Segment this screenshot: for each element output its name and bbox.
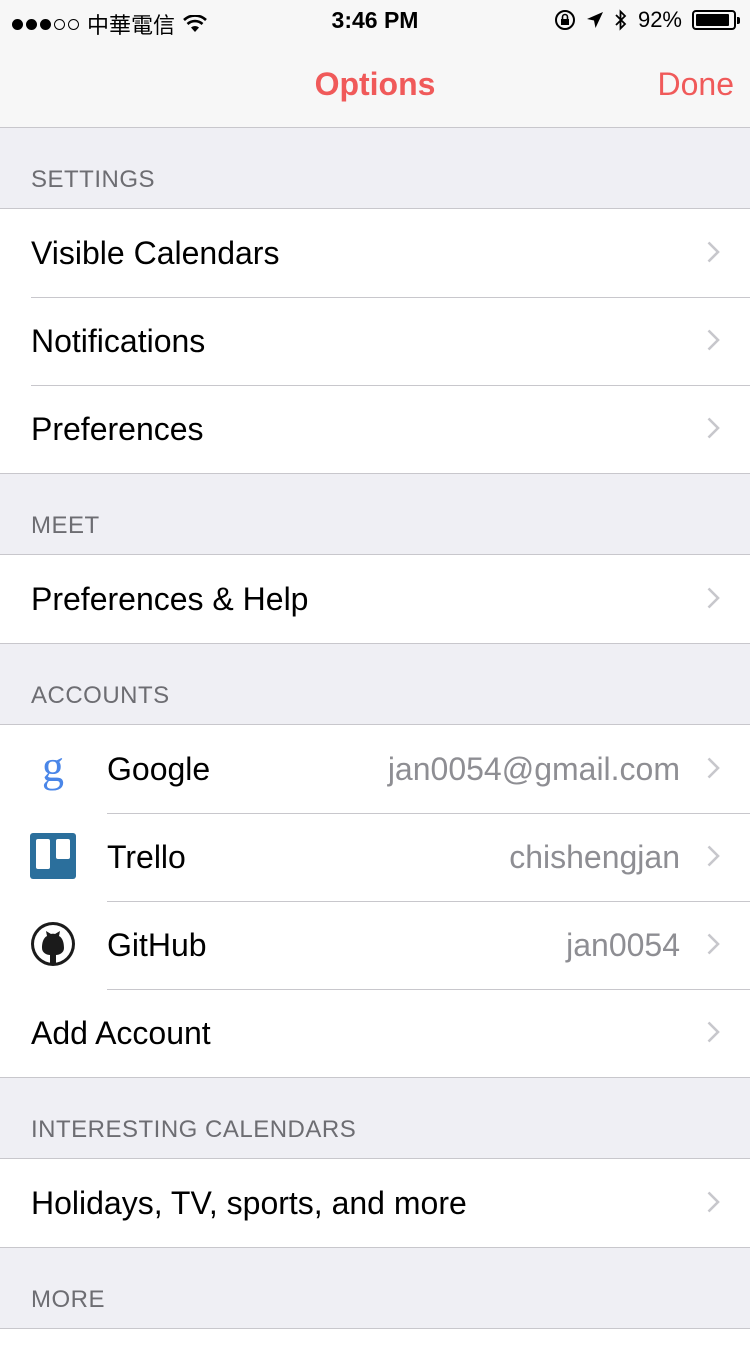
meet-group: Preferences & Help [0, 554, 750, 644]
account-name: Google [107, 750, 211, 787]
row-account-google[interactable]: g Google jan0054@gmail.com [0, 725, 750, 813]
navigation-bar: Options Done [0, 40, 750, 128]
status-right: 92% [554, 7, 740, 33]
row-label: Notifications [31, 322, 206, 359]
chevron-right-icon [707, 241, 720, 263]
section-header-meet: MEET [31, 512, 100, 539]
options-list: SETTINGS Visible Calendars Notifications… [0, 128, 750, 1349]
row-account-github[interactable]: GitHub jan0054 [0, 901, 750, 989]
row-account-trello[interactable]: Trello chishengjan [0, 813, 750, 901]
battery-icon [692, 10, 740, 30]
google-icon: g [42, 745, 64, 791]
account-name: Trello [107, 838, 186, 875]
row-visible-calendars[interactable]: Visible Calendars [0, 209, 750, 297]
battery-percent: 92% [637, 7, 682, 32]
row-add-account[interactable]: Add Account [0, 989, 750, 1077]
page-title: Options [314, 66, 436, 102]
done-button[interactable]: Done [658, 66, 735, 103]
svg-text:g: g [42, 745, 64, 791]
chevron-right-icon [707, 1021, 720, 1043]
section-header-settings: SETTINGS [31, 166, 156, 193]
row-label: Preferences [31, 410, 204, 447]
section-header-more: MORE [31, 1286, 105, 1313]
chevron-right-icon [707, 1191, 720, 1213]
account-detail: chishengjan [509, 838, 680, 875]
account-detail: jan0054 [566, 926, 680, 963]
row-label: Add Account [31, 1014, 211, 1051]
orientation-lock-icon [554, 10, 575, 30]
trello-icon [30, 833, 76, 879]
location-arrow-icon [586, 12, 603, 28]
chevron-right-icon [707, 329, 720, 351]
row-preferences[interactable]: Preferences [0, 385, 750, 473]
section-header-accounts: ACCOUNTS [31, 682, 170, 709]
row-label: Visible Calendars [31, 234, 280, 271]
chevron-right-icon [707, 845, 720, 867]
row-notifications[interactable]: Notifications [0, 297, 750, 385]
bluetooth-icon [615, 9, 627, 31]
github-icon [31, 922, 75, 966]
more-group [0, 1328, 750, 1349]
settings-group: Visible Calendars Notifications Preferen… [0, 208, 750, 474]
chevron-right-icon [707, 757, 720, 779]
interesting-calendars-group: Holidays, TV, sports, and more [0, 1158, 750, 1248]
status-bar: 中華電信 3:46 PM 92% [0, 0, 750, 40]
battery-level [696, 14, 730, 26]
section-header-interesting-calendars: INTERESTING CALENDARS [31, 1116, 357, 1143]
chevron-right-icon [707, 587, 720, 609]
chevron-right-icon [707, 417, 720, 439]
chevron-right-icon [707, 933, 720, 955]
row-preferences-help[interactable]: Preferences & Help [0, 555, 750, 643]
row-holidays-tv-sports[interactable]: Holidays, TV, sports, and more [0, 1159, 750, 1247]
row-label: Holidays, TV, sports, and more [31, 1184, 467, 1221]
accounts-group: g Google jan0054@gmail.com Trello chishe… [0, 724, 750, 1078]
account-name: GitHub [107, 926, 207, 963]
account-detail: jan0054@gmail.com [387, 750, 680, 787]
row-label: Preferences & Help [31, 580, 309, 617]
